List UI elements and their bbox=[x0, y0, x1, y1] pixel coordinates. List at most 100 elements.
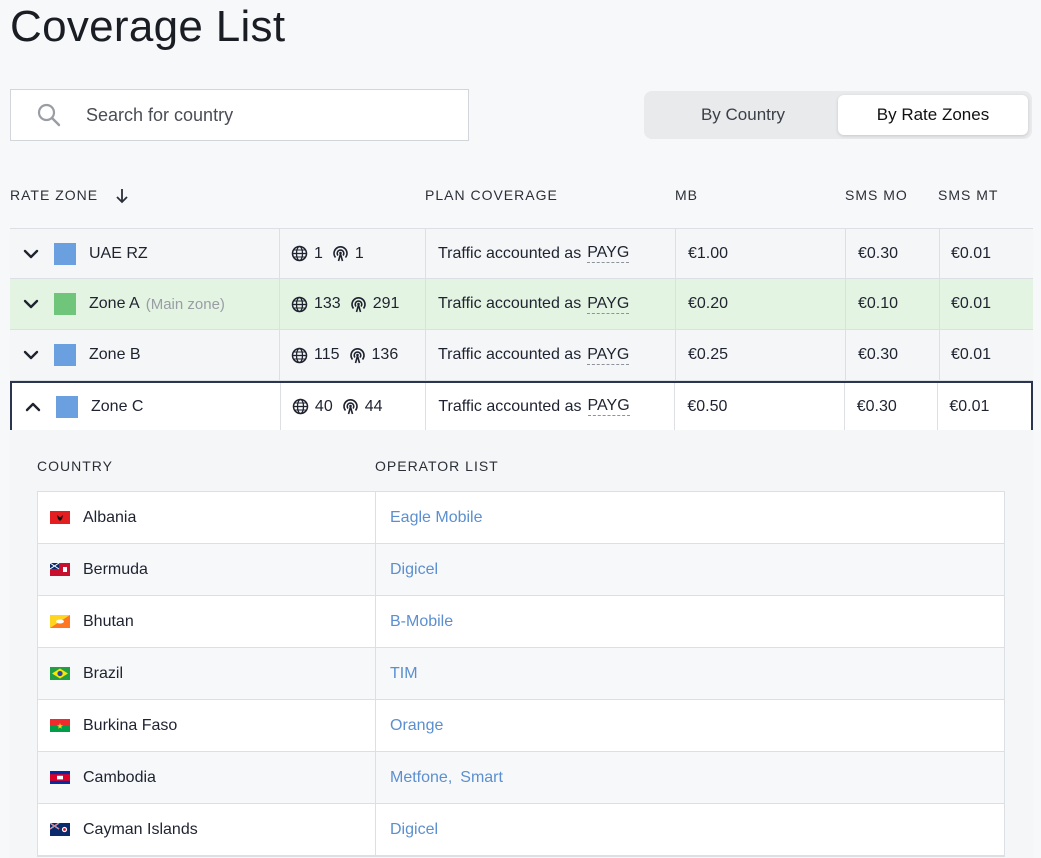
mb-price: €0.50 bbox=[687, 397, 728, 415]
operators-cell: Digicel bbox=[376, 544, 1004, 595]
by-country-button[interactable]: By Country bbox=[648, 95, 838, 135]
operators-cell: Digicel bbox=[376, 804, 1004, 855]
operator-link[interactable]: Orange bbox=[390, 717, 443, 735]
plan-coverage-cell: Traffic accounted as PAYG bbox=[426, 229, 676, 278]
plan-text: Traffic accounted as bbox=[438, 244, 582, 262]
globe-icon bbox=[291, 245, 308, 262]
chevron-down-icon[interactable] bbox=[22, 245, 40, 263]
zone-color-swatch bbox=[56, 395, 78, 418]
globe-icon bbox=[291, 296, 308, 312]
plan-text: Traffic accounted as bbox=[438, 397, 582, 415]
operator-link[interactable]: B-Mobile bbox=[390, 613, 453, 631]
operator-count: 44 bbox=[364, 397, 383, 415]
zone-name: Zone A bbox=[89, 295, 140, 312]
sms-mo-price-cell: €0.10 bbox=[846, 279, 940, 329]
country-cell: Bhutan bbox=[38, 596, 376, 647]
country-count: 1 bbox=[314, 244, 323, 262]
sms-mo-header: SMS MO bbox=[845, 187, 908, 203]
operators-cell: Orange bbox=[376, 700, 1004, 751]
zone-note: (Main zone) bbox=[145, 295, 225, 313]
country-cell: Bermuda bbox=[38, 544, 376, 595]
country-count: 133 bbox=[314, 295, 341, 312]
plan-coverage-cell: Traffic accounted as PAYG bbox=[426, 383, 676, 430]
sms-mo-price-cell: €0.30 bbox=[846, 330, 940, 380]
chevron-up-icon[interactable] bbox=[24, 398, 42, 416]
country-cell: Brazil bbox=[38, 648, 376, 699]
flag-bermuda-icon bbox=[50, 563, 70, 576]
country-name: Burkina Faso bbox=[83, 716, 178, 734]
country-table: Albania Eagle Mobile Bermuda Digicel Bhutan B… bbox=[37, 491, 1005, 857]
operators-cell: B-Mobile bbox=[376, 596, 1004, 647]
sms-mo-price: €0.30 bbox=[856, 397, 897, 415]
flag-brazil-icon bbox=[50, 667, 70, 680]
operator-link[interactable]: Digicel bbox=[390, 561, 438, 579]
rate-zone-table: UAE RZ 1 1 Traffic accounted as PAYG €1.00 €0.… bbox=[10, 228, 1033, 432]
plan-type-tooltip[interactable]: PAYG bbox=[587, 346, 630, 365]
sms-mt-price: €0.01 bbox=[951, 244, 992, 262]
plan-type-tooltip[interactable]: PAYG bbox=[587, 397, 630, 416]
zone-color-swatch bbox=[54, 293, 76, 315]
country-row: Burkina Faso Orange bbox=[38, 700, 1004, 752]
globe-icon bbox=[291, 347, 308, 363]
operator-link[interactable]: Metfone, bbox=[390, 769, 452, 787]
country-count: 40 bbox=[314, 397, 333, 415]
antenna-icon bbox=[349, 347, 365, 363]
mb-price: €0.20 bbox=[688, 295, 729, 312]
search-box[interactable] bbox=[10, 89, 469, 141]
chevron-down-icon[interactable] bbox=[22, 346, 40, 364]
mb-price-cell: €1.00 bbox=[676, 229, 846, 278]
country-count: 115 bbox=[314, 346, 340, 363]
plan-coverage-cell: Traffic accounted as PAYG bbox=[426, 279, 676, 329]
zone-name: Zone C bbox=[91, 397, 144, 415]
zone-c-details: COUNTRY OPERATOR LIST Albania Eagle Mobil… bbox=[10, 430, 1033, 858]
sms-mt-price-cell: €0.01 bbox=[940, 330, 1033, 380]
search-icon bbox=[37, 103, 61, 127]
plan-type-tooltip[interactable]: PAYG bbox=[587, 295, 630, 314]
country-name: Bermuda bbox=[83, 560, 148, 578]
operator-link[interactable]: Eagle Mobile bbox=[390, 509, 483, 527]
mb-price-cell: €0.50 bbox=[675, 383, 845, 430]
view-toggle: By Country By Rate Zones bbox=[644, 91, 1032, 139]
by-rate-zones-button[interactable]: By Rate Zones bbox=[838, 95, 1028, 135]
country-row: Cayman Islands Digicel bbox=[38, 804, 1004, 856]
mb-price-cell: €0.20 bbox=[676, 279, 846, 329]
chevron-down-icon[interactable] bbox=[22, 295, 40, 313]
sms-mo-price: €0.10 bbox=[858, 295, 899, 312]
antenna-icon bbox=[350, 296, 366, 312]
operator-link[interactable]: Smart bbox=[460, 769, 503, 787]
rate-zone-header-label: RATE ZONE bbox=[10, 187, 99, 203]
search-input[interactable] bbox=[86, 104, 426, 126]
zone-name-cell: Zone C bbox=[12, 383, 281, 430]
country-row: Brazil TIM bbox=[38, 648, 1004, 700]
mb-header: MB bbox=[675, 187, 698, 203]
antenna-icon bbox=[333, 246, 348, 262]
operators-cell: Eagle Mobile bbox=[376, 492, 1004, 543]
operator-count: 291 bbox=[372, 295, 400, 312]
sms-mt-header: SMS MT bbox=[938, 187, 999, 203]
zone-row[interactable]: Zone B 115 136 Traffic accounted as PAYG €0.2… bbox=[10, 330, 1033, 381]
zone-counts-cell: 133 291 bbox=[280, 279, 426, 329]
operator-count: 136 bbox=[371, 346, 399, 363]
operators-cell: TIM bbox=[376, 648, 1004, 699]
flag-albania-icon bbox=[50, 511, 70, 524]
zone-row[interactable]: Zone A (Main zone) 133 291 Traffic accounted… bbox=[10, 279, 1033, 330]
country-row: Albania Eagle Mobile bbox=[38, 492, 1004, 544]
sms-mt-price: €0.01 bbox=[951, 346, 992, 363]
operator-link[interactable]: TIM bbox=[390, 665, 418, 683]
zone-color-swatch bbox=[54, 344, 76, 366]
plan-text: Traffic accounted as bbox=[438, 346, 582, 363]
flag-bhutan-icon bbox=[50, 615, 70, 628]
rate-zone-header[interactable]: RATE ZONE bbox=[10, 187, 129, 204]
zone-row[interactable]: Zone C 40 44 Traffic accounted as PAYG €0.50 €… bbox=[10, 381, 1033, 432]
sms-mt-price: €0.01 bbox=[951, 295, 992, 312]
zone-row[interactable]: UAE RZ 1 1 Traffic accounted as PAYG €1.00 €0.… bbox=[10, 228, 1033, 279]
sms-mo-price: €0.30 bbox=[858, 244, 899, 262]
plan-type-tooltip[interactable]: PAYG bbox=[587, 244, 630, 263]
sms-mt-price-cell: €0.01 bbox=[938, 383, 1031, 430]
sort-arrow-down-icon[interactable] bbox=[115, 188, 129, 204]
operator-count: 1 bbox=[354, 244, 364, 262]
zone-counts-cell: 115 136 bbox=[280, 330, 426, 380]
country-name: Cambodia bbox=[83, 768, 156, 786]
plan-text: Traffic accounted as bbox=[438, 295, 582, 312]
operator-link[interactable]: Digicel bbox=[390, 821, 438, 839]
